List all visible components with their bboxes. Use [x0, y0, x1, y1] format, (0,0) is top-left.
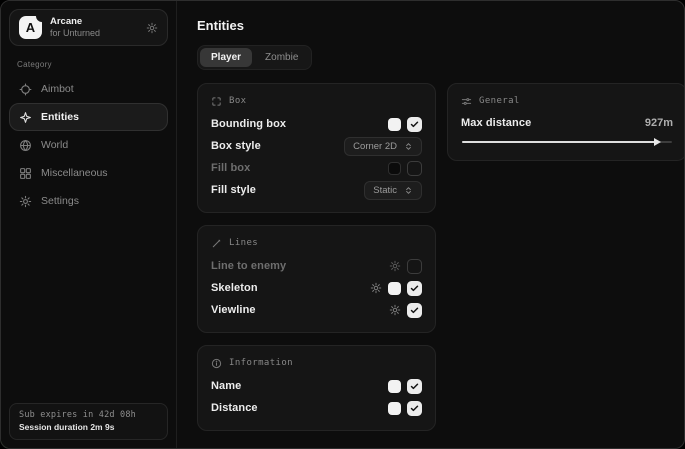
sidebar-item-label: Miscellaneous: [41, 167, 108, 179]
setting-label: Viewline: [211, 304, 256, 316]
box-style-dropdown[interactable]: Corner 2D: [344, 137, 422, 156]
checkbox[interactable]: [407, 379, 422, 394]
gear-icon[interactable]: [389, 260, 401, 272]
sidebar-item-world[interactable]: World: [9, 131, 168, 159]
sidebar-item-label: Aimbot: [41, 83, 74, 95]
setting-label: Max distance: [461, 117, 531, 129]
setting-row: Fill style Static: [211, 179, 422, 201]
page-title: Entities: [197, 18, 685, 33]
setting-row: Box style Corner 2D: [211, 135, 422, 157]
globe-icon: [19, 139, 32, 152]
slider-value: 927m: [645, 117, 673, 129]
setting-row: Bounding box: [211, 113, 422, 135]
logo-initial: A: [26, 20, 35, 35]
tab-player[interactable]: Player: [200, 48, 252, 67]
info-icon: [211, 358, 222, 369]
max-distance-slider[interactable]: [462, 137, 672, 147]
crosshair-icon: [19, 83, 32, 96]
sidebar: A Arcane for Unturned Category Aimbot: [1, 1, 177, 448]
grid-icon: [19, 167, 32, 180]
section-title: Box: [229, 96, 246, 106]
sparkle-icon: [19, 111, 32, 124]
tab-zombie[interactable]: Zombie: [254, 48, 309, 67]
chevron-up-down-icon: [404, 186, 413, 195]
sidebar-item-label: Entities: [41, 111, 79, 123]
gear-icon[interactable]: [370, 282, 382, 294]
sliders-icon: [461, 96, 472, 107]
session-duration-text: Session duration 2m 9s: [19, 422, 158, 432]
app-subtitle: for Unturned: [50, 28, 100, 38]
slider-thumb[interactable]: [654, 138, 661, 146]
diagonal-line-icon: [211, 238, 222, 249]
sidebar-item-entities[interactable]: Entities: [9, 103, 168, 131]
setting-row: Line to enemy: [211, 255, 422, 277]
category-label: Category: [17, 60, 168, 69]
checkbox[interactable]: [407, 161, 422, 176]
sub-expiry-text: Sub expires in 42d 08h: [19, 410, 158, 420]
information-section-card: Information Name Distance: [197, 345, 436, 431]
color-swatch[interactable]: [388, 402, 401, 415]
app-window: A Arcane for Unturned Category Aimbot: [0, 0, 685, 449]
fill-style-dropdown[interactable]: Static: [364, 181, 422, 200]
color-swatch[interactable]: [388, 380, 401, 393]
section-title: Lines: [229, 238, 258, 248]
color-swatch[interactable]: [388, 282, 401, 295]
sidebar-item-settings[interactable]: Settings: [9, 187, 168, 215]
sidebar-item-label: Settings: [41, 195, 79, 207]
checkbox[interactable]: [407, 117, 422, 132]
gear-icon[interactable]: [146, 22, 158, 34]
dropdown-value: Static: [373, 185, 397, 196]
general-section-card: General Max distance 927m: [447, 83, 685, 161]
sidebar-item-aimbot[interactable]: Aimbot: [9, 75, 168, 103]
checkbox[interactable]: [407, 281, 422, 296]
lines-section-card: Lines Line to enemy Skeleton: [197, 225, 436, 333]
setting-row: Distance: [211, 397, 422, 419]
slider-track: [462, 141, 672, 143]
setting-row: Skeleton: [211, 277, 422, 299]
corner-brackets-icon: [211, 96, 222, 107]
setting-label: Bounding box: [211, 118, 286, 130]
setting-row: Max distance 927m: [461, 113, 673, 133]
setting-label: Fill box: [211, 162, 250, 174]
checkbox[interactable]: [407, 401, 422, 416]
setting-row: Fill box: [211, 157, 422, 179]
app-logo: A: [19, 16, 42, 39]
sidebar-nav: Aimbot Entities World Miscellaneous: [9, 75, 168, 215]
setting-row: Name: [211, 375, 422, 397]
setting-label: Name: [211, 380, 241, 392]
setting-label: Line to enemy: [211, 260, 286, 272]
box-section-card: Box Bounding box Box style Corne: [197, 83, 436, 213]
color-swatch[interactable]: [388, 118, 401, 131]
checkbox[interactable]: [407, 259, 422, 274]
gear-icon: [19, 195, 32, 208]
subscription-info-card: Sub expires in 42d 08h Session duration …: [9, 403, 168, 440]
setting-label: Box style: [211, 140, 261, 152]
setting-label: Distance: [211, 402, 258, 414]
section-title: General: [479, 96, 520, 106]
gear-icon[interactable]: [389, 304, 401, 316]
brand-card: A Arcane for Unturned: [9, 9, 168, 46]
checkbox[interactable]: [407, 303, 422, 318]
sidebar-item-label: World: [41, 139, 68, 151]
color-swatch[interactable]: [388, 162, 401, 175]
setting-row: Viewline: [211, 299, 422, 321]
slider-fill: [462, 141, 657, 143]
dropdown-value: Corner 2D: [353, 141, 397, 152]
sidebar-item-miscellaneous[interactable]: Miscellaneous: [9, 159, 168, 187]
setting-label: Fill style: [211, 184, 256, 196]
setting-label: Skeleton: [211, 282, 258, 294]
tab-bar: Player Zombie: [197, 45, 312, 70]
app-title: Arcane: [50, 17, 100, 28]
chevron-up-down-icon: [404, 142, 413, 151]
main-panel: Entities Player Zombie Box Bounding box: [177, 1, 685, 448]
section-title: Information: [229, 358, 293, 368]
